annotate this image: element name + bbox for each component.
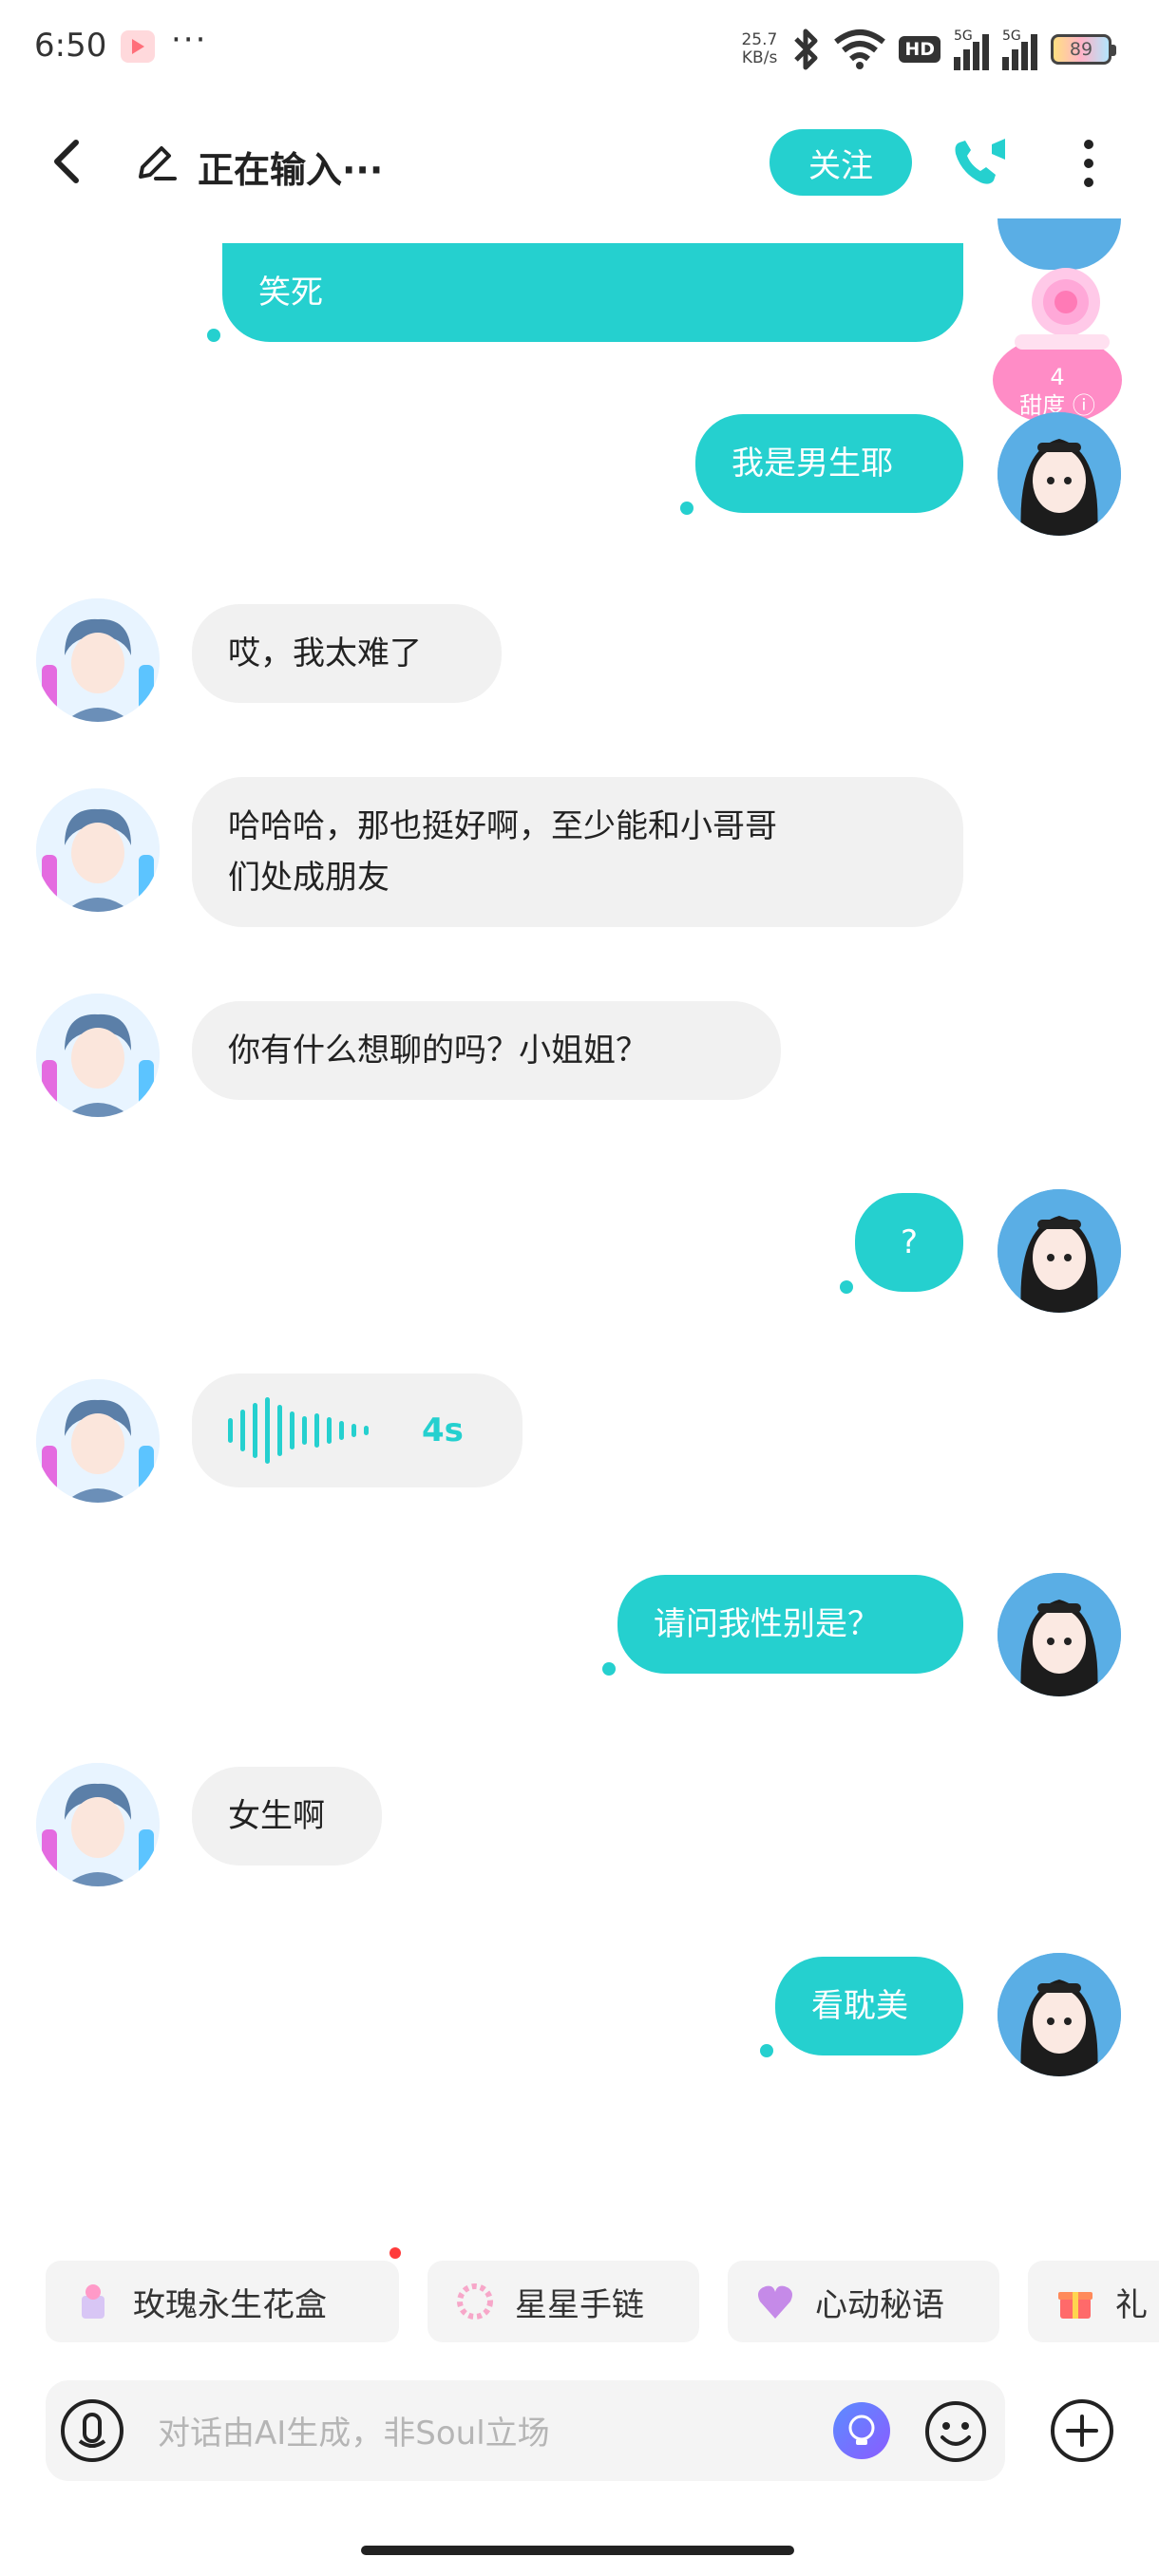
pencil-icon xyxy=(139,146,177,180)
message-text: 笑死 xyxy=(258,274,323,312)
message-text: 我是男生耶 xyxy=(732,445,893,483)
battery-level: 89 xyxy=(1069,39,1093,60)
girl-avatar-icon xyxy=(998,1953,1121,2076)
status-indicators: 25.7 KB/s HD 5G 5G 89 xyxy=(741,23,1116,76)
my-avatar[interactable] xyxy=(998,1189,1121,1313)
girl-avatar-icon xyxy=(998,1573,1121,1696)
heart-icon xyxy=(758,2285,792,2319)
hd-voice-badge: HD xyxy=(899,36,940,63)
network-type-label: 5G xyxy=(954,28,973,44)
my-avatar[interactable] xyxy=(998,412,1121,536)
voice-input-icon[interactable] xyxy=(59,2397,125,2464)
boy-avatar-icon xyxy=(36,994,160,1117)
typing-status-title: 正在输入··· xyxy=(198,149,384,191)
message-bubble-mine[interactable]: 请问我性别是？ xyxy=(618,1575,963,1674)
ai-avatar[interactable] xyxy=(36,1763,160,1886)
voice-message-bubble[interactable]: 4s xyxy=(192,1373,522,1487)
my-avatar[interactable] xyxy=(998,1573,1121,1696)
message-bubble-theirs[interactable]: 哈哈哈，那也挺好啊，至少能和小哥哥 们处成朋友 xyxy=(192,777,963,927)
message-tail-dot xyxy=(207,329,220,342)
message-bubble-mine[interactable]: 笑死 xyxy=(222,243,963,342)
message-bubble-theirs[interactable]: 哎，我太难了 xyxy=(192,604,502,703)
message-text: 你有什么想聊的吗？小姐姐？ xyxy=(228,1032,648,1070)
sweetness-badge[interactable]: 4 甜度 ⓘ xyxy=(986,256,1129,427)
flower-box-icon xyxy=(82,2284,104,2319)
message-bubble-mine[interactable]: 我是男生耶 xyxy=(695,414,963,513)
wifi-icon xyxy=(834,29,886,69)
more-notifications-indicator: ··· xyxy=(171,21,208,59)
boy-avatar-icon xyxy=(36,598,160,722)
more-options-icon[interactable] xyxy=(1072,137,1106,190)
message-text: 请问我性别是？ xyxy=(654,1605,880,1643)
ai-assistant-icon[interactable] xyxy=(830,2399,893,2462)
home-indicator[interactable] xyxy=(361,2546,794,2555)
chip-label: 玫瑰永生花盒 xyxy=(133,2285,327,2324)
message-tail-dot xyxy=(680,502,694,515)
gift-icon xyxy=(1058,2292,1092,2319)
chip-gift[interactable]: 礼 xyxy=(1028,2261,1159,2342)
message-text: ? xyxy=(900,1223,919,1261)
battery-icon: 89 xyxy=(1051,34,1116,65)
bluetooth-icon xyxy=(794,28,818,70)
message-bubble-theirs[interactable]: 你有什么想聊的吗？小姐姐？ xyxy=(192,1001,781,1100)
chip-label: 礼 xyxy=(1115,2285,1148,2324)
network-speed-unit: KB/s xyxy=(741,48,778,67)
network-type-label: 5G xyxy=(1002,28,1021,44)
network-speed: 25.7 KB/s xyxy=(741,31,777,67)
chip-label: 星星手链 xyxy=(515,2285,644,2324)
girl-avatar-icon xyxy=(998,1189,1121,1313)
new-indicator-dot xyxy=(390,2247,401,2259)
message-input-bar[interactable]: 对话由AI生成，非Soul立场 xyxy=(46,2380,1005,2481)
message-input[interactable]: 对话由AI生成，非Soul立场 xyxy=(158,2407,550,2453)
call-icon[interactable] xyxy=(950,135,1011,192)
voice-duration: 4s xyxy=(422,1411,464,1449)
message-text: 哎，我太难了 xyxy=(228,635,422,672)
signal-strength-1-icon: 5G xyxy=(954,28,989,70)
chip-flower-box[interactable]: 玫瑰永生花盒 xyxy=(46,2261,399,2342)
message-tail-dot xyxy=(840,1280,853,1294)
voice-waveform-icon xyxy=(228,1397,369,1464)
girl-avatar-icon xyxy=(998,412,1121,536)
network-speed-value: 25.7 xyxy=(741,30,778,49)
ai-avatar[interactable] xyxy=(36,994,160,1117)
message-text: 女生啊 xyxy=(228,1797,325,1835)
video-app-notification-icon xyxy=(121,30,155,63)
message-text: 哈哈哈，那也挺好啊，至少能和小哥哥 们处成朋友 xyxy=(228,807,777,897)
message-text: 看耽美 xyxy=(811,1987,908,2025)
bracelet-icon xyxy=(457,2283,493,2320)
message-bubble-mine[interactable]: 看耽美 xyxy=(775,1957,963,2055)
gift-suggestion-chips: 玫瑰永生花盒 星星手链 心动秘语 礼 xyxy=(0,2261,1159,2346)
back-arrow-icon[interactable] xyxy=(42,135,95,188)
chip-star-bracelet[interactable]: 星星手链 xyxy=(428,2261,699,2342)
follow-button[interactable]: 关注 xyxy=(770,129,912,196)
ai-avatar[interactable] xyxy=(36,788,160,912)
boy-avatar-icon xyxy=(36,1379,160,1503)
chip-label: 心动秘语 xyxy=(815,2285,944,2324)
status-bar: 6:50 ··· 25.7 KB/s HD 5G 5G 89 xyxy=(0,0,1159,95)
sweetness-value: 4 甜度 ⓘ xyxy=(986,363,1129,420)
ai-avatar[interactable] xyxy=(36,598,160,722)
status-time: 6:50 xyxy=(34,27,107,65)
my-avatar[interactable] xyxy=(998,1953,1121,2076)
emoji-icon[interactable] xyxy=(923,2399,988,2464)
message-bubble-mine[interactable]: ? xyxy=(855,1193,963,1292)
chat-header: 正在输入··· 关注 xyxy=(0,114,1159,209)
boy-avatar-icon xyxy=(36,788,160,912)
boy-avatar-icon xyxy=(36,1763,160,1886)
message-tail-dot xyxy=(760,2044,773,2057)
ai-avatar[interactable] xyxy=(36,1379,160,1503)
sweetness-count: 4 xyxy=(1050,364,1065,390)
plus-icon[interactable] xyxy=(1049,2397,1115,2464)
message-bubble-theirs[interactable]: 女生啊 xyxy=(192,1767,382,1866)
signal-strength-2-icon: 5G xyxy=(1002,28,1037,70)
message-tail-dot xyxy=(602,1662,616,1676)
chip-heart-whisper[interactable]: 心动秘语 xyxy=(728,2261,999,2342)
